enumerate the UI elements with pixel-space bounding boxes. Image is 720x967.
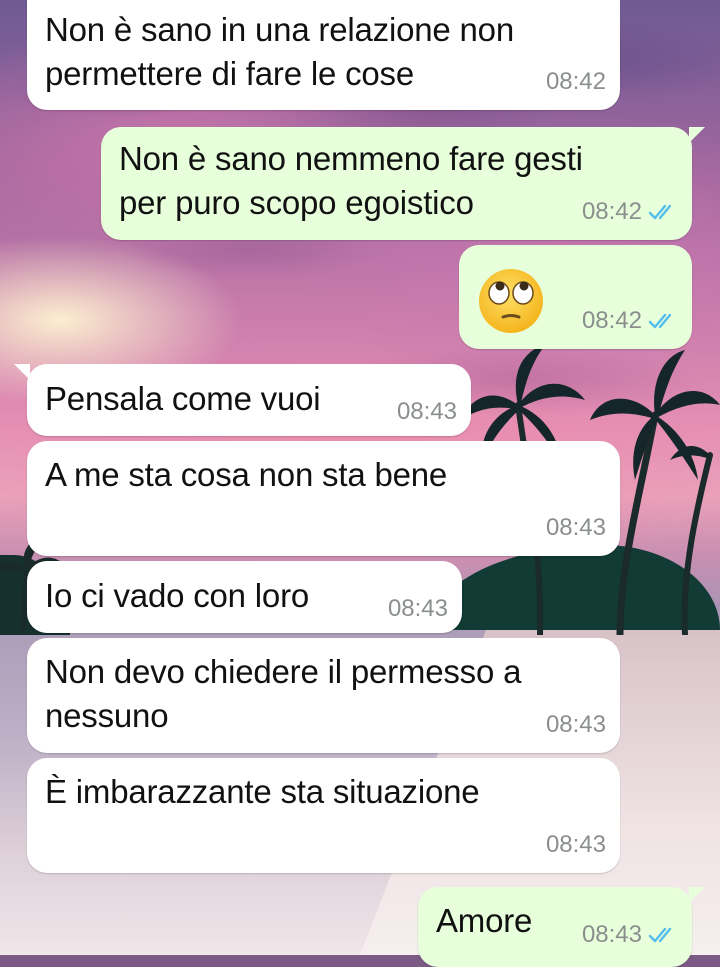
message-time: 08:43 <box>387 595 448 622</box>
message-meta: 08:42 <box>582 307 678 335</box>
face-with-rolling-eyes-icon <box>479 269 543 333</box>
message-meta: 08:43 <box>388 595 448 623</box>
message-time: 08:42 <box>545 68 606 95</box>
incoming-message[interactable]: Io ci vado con loro 08:43 <box>27 561 462 633</box>
message-meta: 08:43 <box>546 514 606 542</box>
message-text: A me sta cosa non sta bene <box>45 456 448 493</box>
message-text: Non è sano in una relazione non permette… <box>45 11 514 92</box>
message-meta: 08:43 <box>546 711 606 739</box>
outgoing-message[interactable]: Amore 08:43 <box>418 887 705 967</box>
message-meta: 08:42 <box>582 198 678 226</box>
incoming-message[interactable]: Non devo chiedere il permesso a nessuno … <box>27 638 620 753</box>
message-time: 08:43 <box>545 831 606 858</box>
incoming-message[interactable]: A me sta cosa non sta bene 08:43 <box>27 441 620 556</box>
outgoing-message[interactable]: 08:42 <box>459 245 692 349</box>
outgoing-message[interactable]: Non è sano nemmeno fare gesti per puro s… <box>101 127 705 240</box>
message-text: È imbarazzante sta situazione <box>45 773 480 810</box>
message-text: Non devo chiedere il permesso a nessuno <box>45 653 522 734</box>
double-check-read-icon <box>648 927 672 943</box>
message-meta: 08:43 <box>582 921 678 949</box>
message-time: 08:42 <box>581 307 642 334</box>
incoming-message[interactable]: È imbarazzante sta situazione 08:43 <box>27 758 620 873</box>
message-text: Non è sano nemmeno fare gesti per puro s… <box>119 140 583 221</box>
double-check-read-icon <box>648 313 672 329</box>
message-meta: 08:43 <box>546 831 606 859</box>
message-time: 08:43 <box>545 711 606 738</box>
incoming-message[interactable]: Pensala come vuoi 08:43 <box>14 364 471 436</box>
message-time: 08:43 <box>396 398 457 425</box>
message-meta: 08:43 <box>397 398 457 426</box>
message-time: 08:43 <box>545 514 606 541</box>
message-text: Io ci vado con loro <box>45 577 310 614</box>
double-check-read-icon <box>648 204 672 220</box>
message-time: 08:43 <box>581 921 642 948</box>
message-text: Pensala come vuoi <box>45 380 321 417</box>
incoming-message[interactable]: Non è sano in una relazione non permette… <box>27 0 620 110</box>
message-text: Amore <box>436 902 533 939</box>
message-meta: 08:42 <box>546 68 606 96</box>
chat-conversation: Non è sano in una relazione non permette… <box>0 0 720 967</box>
message-time: 08:42 <box>581 198 642 225</box>
